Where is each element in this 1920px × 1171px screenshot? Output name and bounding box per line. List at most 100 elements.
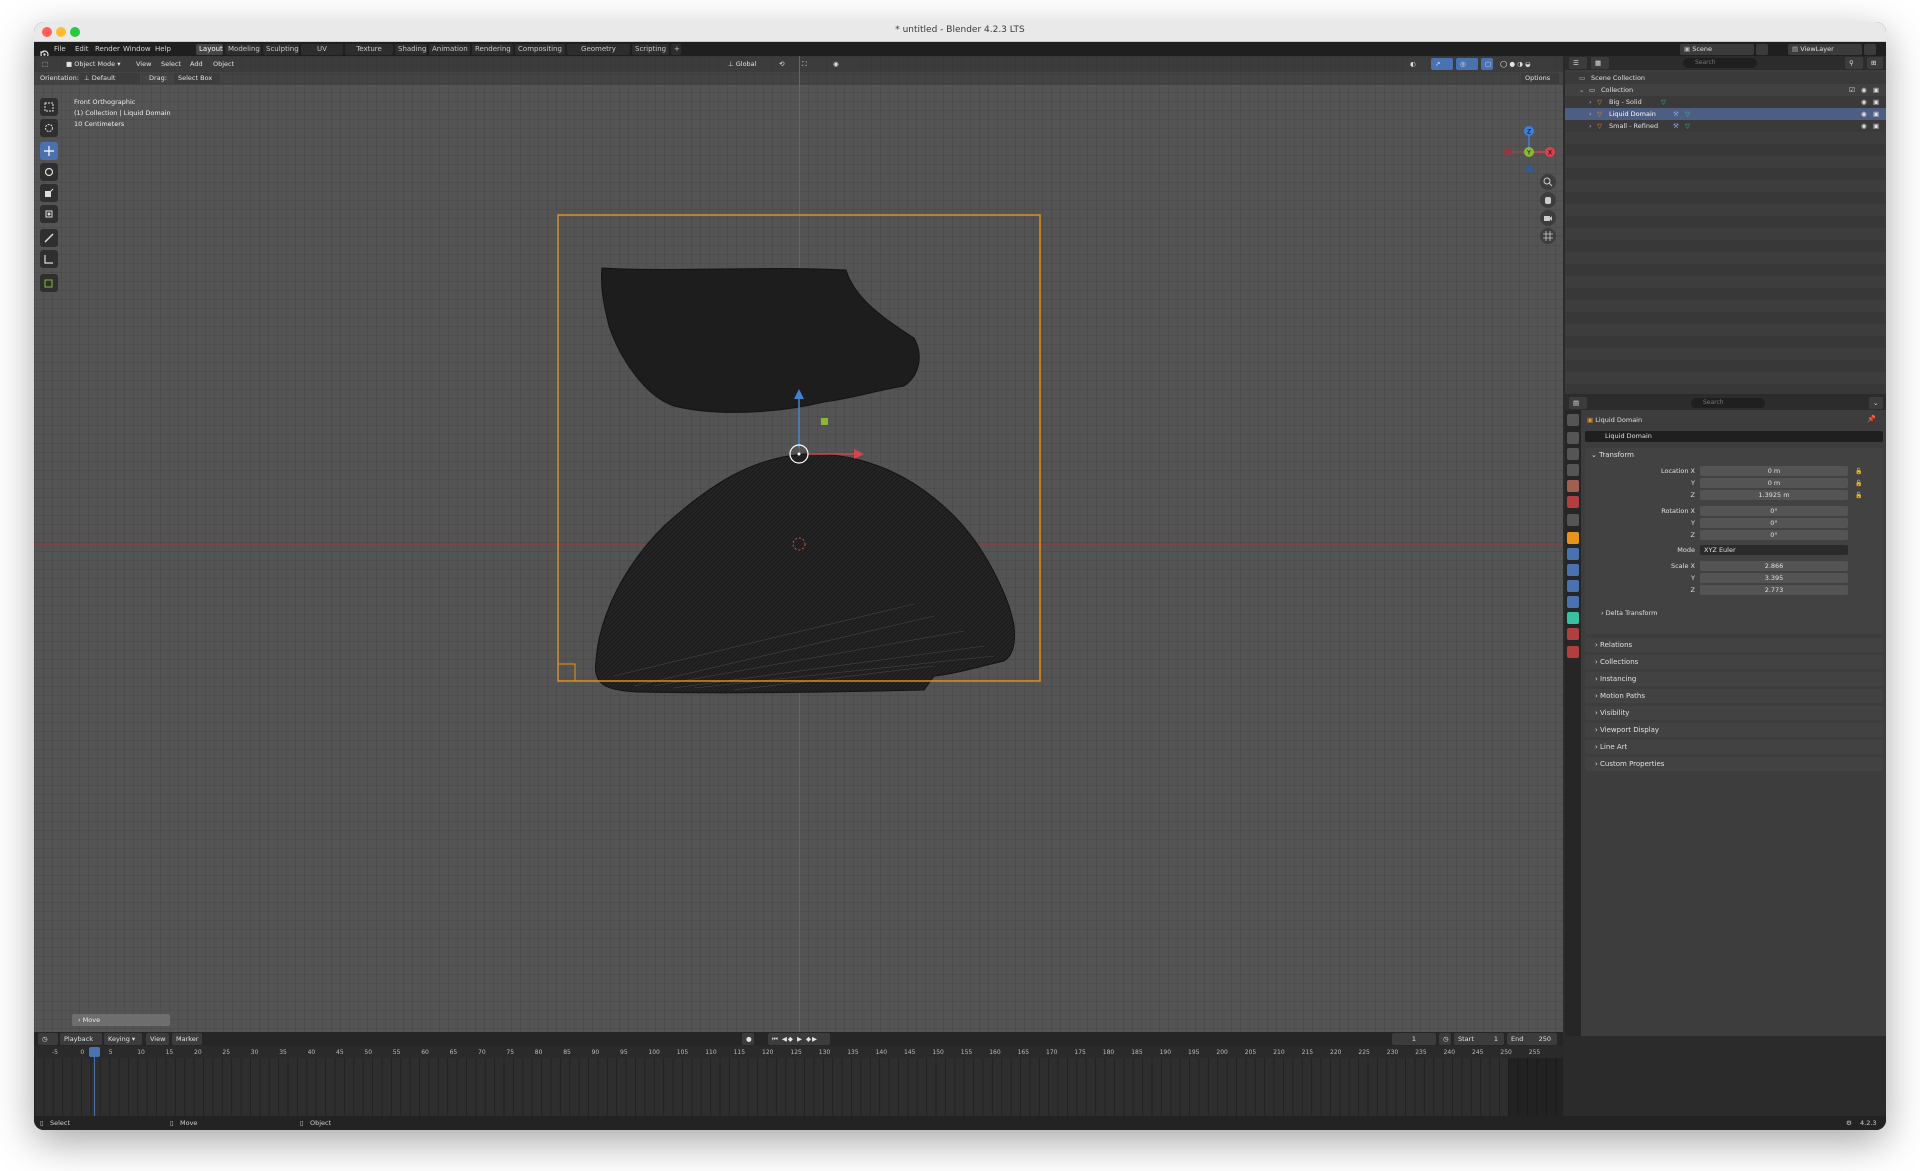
outliner-row-small-refined[interactable]: › ▽ Small - Refined ⚒ ▽ ◉ ▣ (1565, 120, 1886, 132)
properties-search-input[interactable]: Search (1691, 398, 1765, 408)
properties-options-icon[interactable]: ⌄ (1869, 397, 1883, 409)
camera-view-icon[interactable] (1540, 210, 1556, 226)
preview-range-clock-icon[interactable]: ◷ (1439, 1033, 1451, 1045)
texture-tab-icon[interactable] (1567, 646, 1579, 658)
scene-tab-icon[interactable] (1567, 480, 1579, 492)
panel-line-art[interactable]: › Line Art (1585, 740, 1883, 754)
transform-panel-header[interactable]: ⌄ Transform (1591, 451, 1634, 459)
tab-geometry-nodes[interactable]: Geometry Nodes (567, 44, 630, 64)
scale-y-field[interactable]: 3.395 (1700, 573, 1848, 583)
timeline-editor-icon[interactable]: ◷ (38, 1033, 58, 1045)
delta-transform-subpanel[interactable]: › Delta Transform (1601, 609, 1657, 617)
constraints-tab-icon[interactable] (1567, 596, 1579, 608)
menu-file[interactable]: File (54, 43, 66, 55)
location-y-field[interactable]: 0 m (1700, 478, 1848, 488)
navigation-gizmo[interactable]: Z Y X (1498, 112, 1558, 172)
collection-tab-icon[interactable] (1567, 514, 1579, 526)
panel-relations[interactable]: › Relations (1585, 638, 1883, 652)
current-frame-field[interactable]: 1 (1392, 1033, 1436, 1045)
transform-lock-icons[interactable]: 🔓 🔓 🔓 (1855, 466, 1862, 502)
end-frame-field[interactable]: End 250 (1507, 1033, 1557, 1045)
new-scene-icon[interactable] (1756, 44, 1768, 55)
rotation-mode-dropdown[interactable]: XYZ Euler (1700, 545, 1848, 555)
object-name-field[interactable]: Liquid Domain (1585, 431, 1883, 442)
tab-uv-editing[interactable]: UV Editing (301, 44, 343, 64)
ortho-grid-icon[interactable] (1540, 228, 1556, 244)
location-z-field[interactable]: 1.3925 m (1700, 490, 1848, 500)
outliner-row-liquid-domain[interactable]: › ▽ Liquid Domain ⚒ ▽ ◉ ▣ (1565, 108, 1886, 120)
expand-arrow-icon[interactable]: › (1589, 120, 1592, 132)
outliner-row-scene-collection[interactable]: ▭ Scene Collection (1565, 72, 1886, 84)
collection-visibility-eye-icon[interactable]: ◉ (1861, 84, 1867, 96)
render-camera-icon[interactable]: ▣ (1873, 108, 1879, 120)
location-x-field[interactable]: 0 m (1700, 466, 1848, 476)
last-operator-panel[interactable]: › Move (72, 1014, 170, 1026)
particles-tab-icon[interactable] (1567, 564, 1579, 576)
start-frame-field[interactable]: Start 1 (1454, 1033, 1504, 1045)
tab-layout[interactable]: Layout (196, 44, 223, 55)
menu-render[interactable]: Render (95, 43, 120, 55)
zoom-icon[interactable] (1540, 174, 1556, 190)
tab-rendering[interactable]: Rendering (472, 44, 513, 55)
visibility-eye-icon[interactable]: ◉ (1861, 108, 1867, 120)
panel-motion-paths[interactable]: › Motion Paths (1585, 689, 1883, 703)
auto-keying-icon[interactable]: ● (742, 1033, 754, 1045)
menu-help[interactable]: Help (155, 43, 171, 55)
render-camera-icon[interactable]: ▣ (1873, 96, 1879, 108)
panel-custom-properties[interactable]: › Custom Properties (1585, 757, 1883, 771)
material-tab-icon[interactable] (1567, 628, 1579, 640)
expand-collection-icon[interactable]: ⌄ (1579, 84, 1584, 96)
rotation-z-field[interactable]: 0° (1700, 530, 1848, 540)
visibility-eye-icon[interactable]: ◉ (1861, 120, 1867, 132)
scale-x-field[interactable]: 2.866 (1700, 561, 1848, 571)
view-layer-selector[interactable]: ▤ ViewLayer (1788, 44, 1862, 55)
menu-marker[interactable]: Marker (172, 1033, 203, 1045)
render-camera-icon[interactable]: ▣ (1873, 120, 1879, 132)
panel-instancing[interactable]: › Instancing (1585, 672, 1883, 686)
render-tab-icon[interactable] (1567, 432, 1579, 444)
world-tab-icon[interactable] (1567, 496, 1579, 508)
collection-render-camera-icon[interactable]: ▣ (1873, 84, 1879, 96)
panel-visibility[interactable]: › Visibility (1585, 706, 1883, 720)
rotation-x-field[interactable]: 0° (1700, 506, 1848, 516)
timeline-editor[interactable]: ◷ Playback ▾ Keying ▾ View Marker ● ⏮ ◀◆… (34, 1032, 1563, 1116)
playhead-handle[interactable] (89, 1047, 100, 1057)
output-tab-icon[interactable] (1567, 448, 1579, 460)
new-view-layer-icon[interactable] (1864, 44, 1876, 55)
data-tab-icon[interactable] (1567, 612, 1579, 624)
view-layer-tab-icon[interactable] (1567, 464, 1579, 476)
pin-icon[interactable]: 📌 (1867, 415, 1876, 423)
properties-editor-icon[interactable]: ▤ (1569, 397, 1587, 409)
menu-timeline-view[interactable]: View (146, 1033, 170, 1045)
physics-tab-icon[interactable] (1567, 580, 1579, 592)
tab-sculpting[interactable]: Sculpting (263, 44, 299, 55)
object-tab-icon[interactable] (1567, 532, 1579, 544)
tab-scripting[interactable]: Scripting (632, 44, 669, 55)
expand-arrow-icon[interactable]: › (1589, 108, 1592, 120)
playback-controls[interactable]: ⏮ ◀◆ ▶ ◆▶ ⏭ (768, 1033, 830, 1055)
timeline-ruler[interactable]: -5 0 5 10 15 20 25 30 35 40 45 50 55 60 65 70 75 80 85 90 95… (34, 1046, 1563, 1058)
3d-viewport[interactable]: ⬚ ■ Object Mode ▾ View Select Add Object… (34, 56, 1563, 1032)
pan-hand-icon[interactable] (1540, 192, 1556, 208)
outliner-editor-icon[interactable]: ☰ (1569, 57, 1587, 69)
menu-edit[interactable]: Edit (75, 43, 89, 55)
tool-tab-icon[interactable] (1567, 414, 1579, 426)
playhead-line[interactable] (94, 1057, 95, 1116)
new-collection-icon[interactable]: ⊞ (1867, 57, 1883, 69)
filter-icon[interactable]: ⚲ (1845, 57, 1863, 69)
visibility-eye-icon[interactable]: ◉ (1861, 96, 1867, 108)
tab-texture-paint[interactable]: Texture Paint (345, 44, 393, 64)
outliner-row-big-solid[interactable]: › ▽ Big - Solid ▽ ◉ ▣ (1565, 96, 1886, 108)
tab-modeling[interactable]: Modeling (225, 44, 261, 55)
menu-window[interactable]: Window (123, 43, 151, 55)
panel-collections[interactable]: › Collections (1585, 655, 1883, 669)
rotation-y-field[interactable]: 0° (1700, 518, 1848, 528)
menu-playback[interactable]: Playback ▾ (60, 1033, 102, 1055)
blender-logo-icon[interactable] (39, 44, 49, 59)
collection-exclude-checkbox[interactable]: ☑ (1849, 84, 1855, 96)
tab-animation[interactable]: Animation (429, 44, 470, 55)
tab-compositing[interactable]: Compositing (515, 44, 565, 55)
expand-arrow-icon[interactable]: › (1589, 96, 1592, 108)
tab-shading[interactable]: Shading (395, 44, 427, 55)
add-workspace-button[interactable]: + (671, 44, 681, 55)
